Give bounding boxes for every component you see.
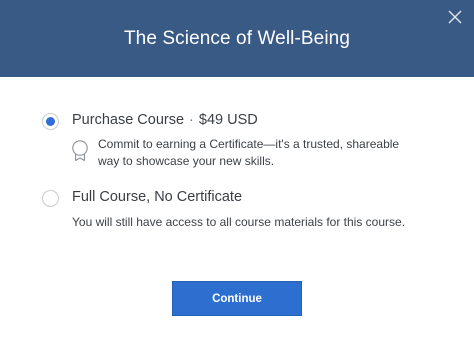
purchase-course-description: Commit to earning a Certificate—it's a t… <box>98 136 399 170</box>
price-label: $49 USD <box>198 112 258 128</box>
modal-title: The Science of Well-Being <box>123 27 351 49</box>
purchase-course-radio[interactable] <box>42 113 59 130</box>
description-line-1: Commit to earning a Certificate—it's a t… <box>98 137 400 151</box>
option-title: Purchase Course · $49 USD <box>72 112 258 128</box>
separator-dot: · <box>189 112 194 128</box>
close-icon[interactable] <box>447 9 463 25</box>
enrollment-modal: The Science of Well-Being Purchase Cours… <box>0 0 474 343</box>
continue-button[interactable]: Continue <box>172 281 302 316</box>
full-course-label: Full Course, No Certificate <box>72 189 243 205</box>
full-course-radio[interactable] <box>42 190 59 207</box>
purchase-course-label: Purchase Course <box>72 112 185 128</box>
full-course-description: You will still have access to all course… <box>72 215 406 229</box>
certificate-ribbon-icon <box>72 140 88 162</box>
description-line-2: way to showcase your new skills. <box>98 154 275 168</box>
modal-header: The Science of Well-Being <box>0 0 474 77</box>
